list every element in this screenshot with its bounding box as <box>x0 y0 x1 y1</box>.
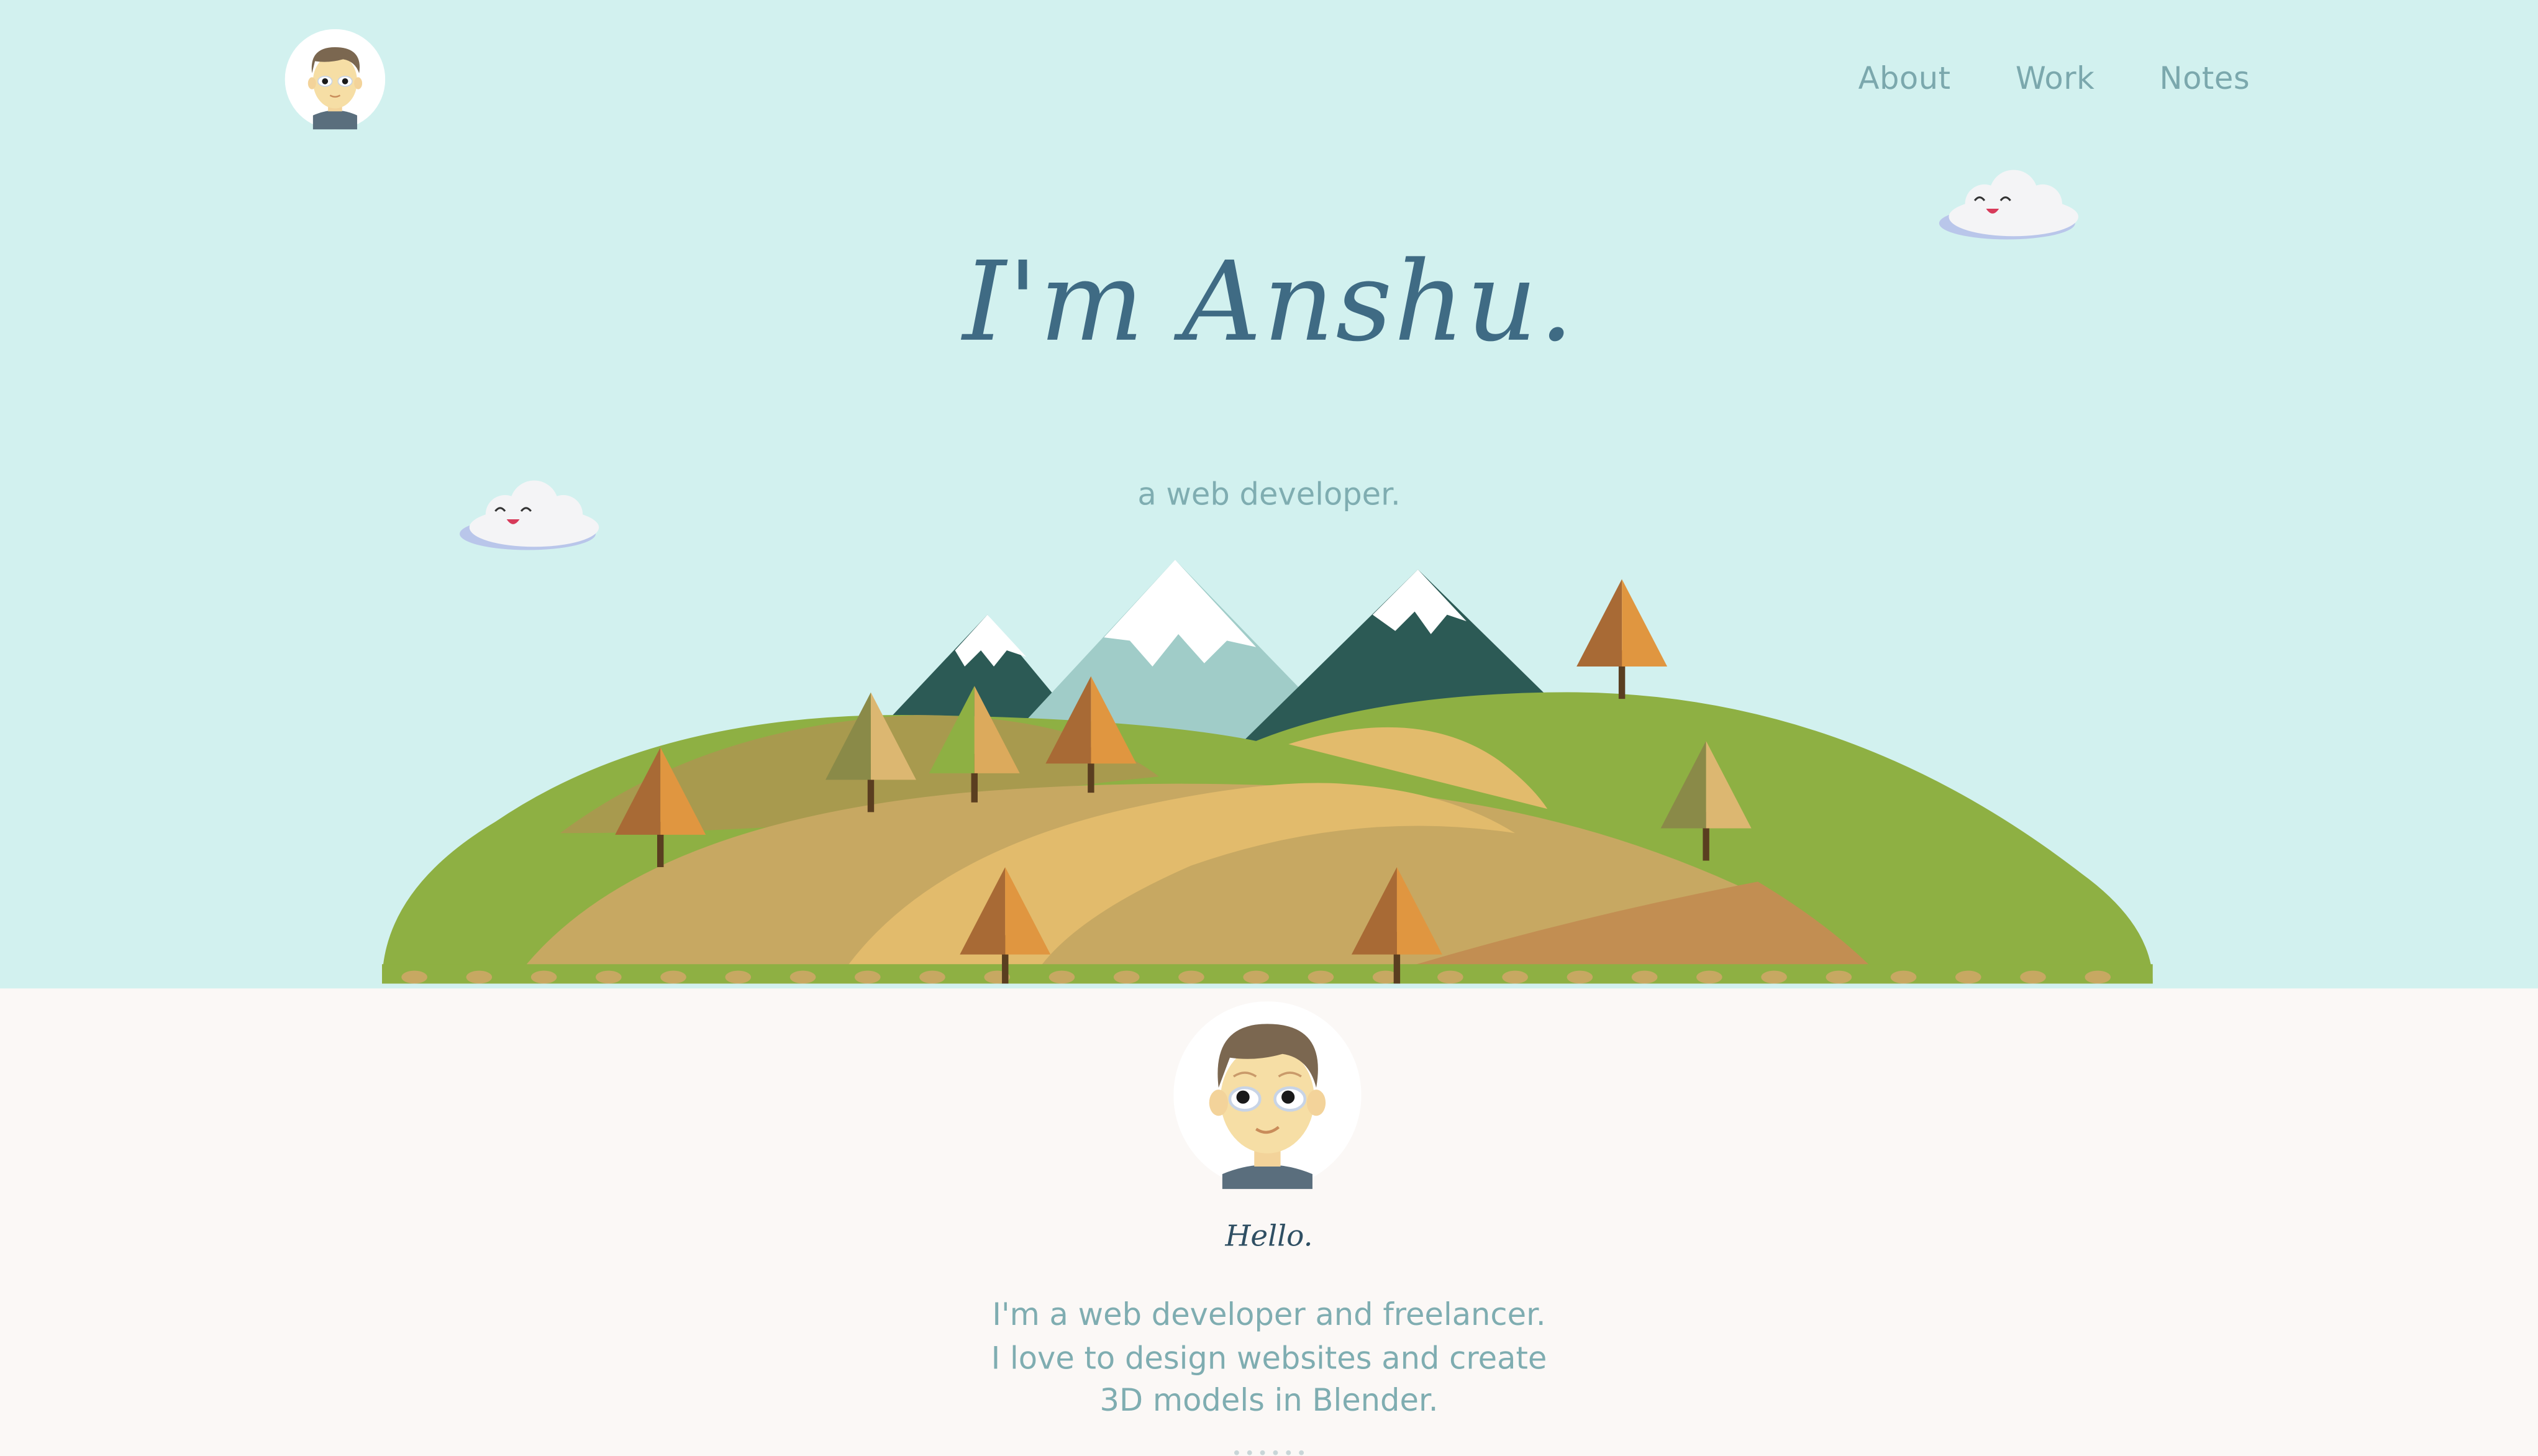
landscape-illustration <box>381 560 2153 984</box>
cloud-icon <box>1939 170 2078 240</box>
intro-text: I'm a web developer and freelancer. I lo… <box>0 1294 2538 1423</box>
nav-about-link[interactable]: About <box>1858 61 1951 97</box>
hero-section: About Work Notes I'm Anshu. a web develo… <box>0 0 2538 990</box>
nav-notes-link[interactable]: Notes <box>2160 61 2250 97</box>
intro-line: I'm a web developer and freelancer. <box>992 1297 1546 1334</box>
intro-line: 3D models in Blender. <box>1099 1383 1439 1419</box>
main-nav: About Work Notes <box>1858 61 2250 97</box>
nav-work-link[interactable]: Work <box>2016 61 2095 97</box>
scroll-indicator <box>1234 1450 1304 1455</box>
tree-icon <box>1576 579 1668 699</box>
avatar-icon <box>1173 1001 1362 1190</box>
hero-subtitle: a web developer. <box>1137 477 1401 513</box>
page: About Work Notes I'm Anshu. a web develo… <box>0 0 2538 1456</box>
hero-title: I'm Anshu. <box>962 239 1576 368</box>
intro-line: I love to design websites and create <box>991 1340 1547 1376</box>
greeting: Hello. <box>1225 1219 1313 1254</box>
logo-avatar-icon[interactable] <box>284 29 386 130</box>
